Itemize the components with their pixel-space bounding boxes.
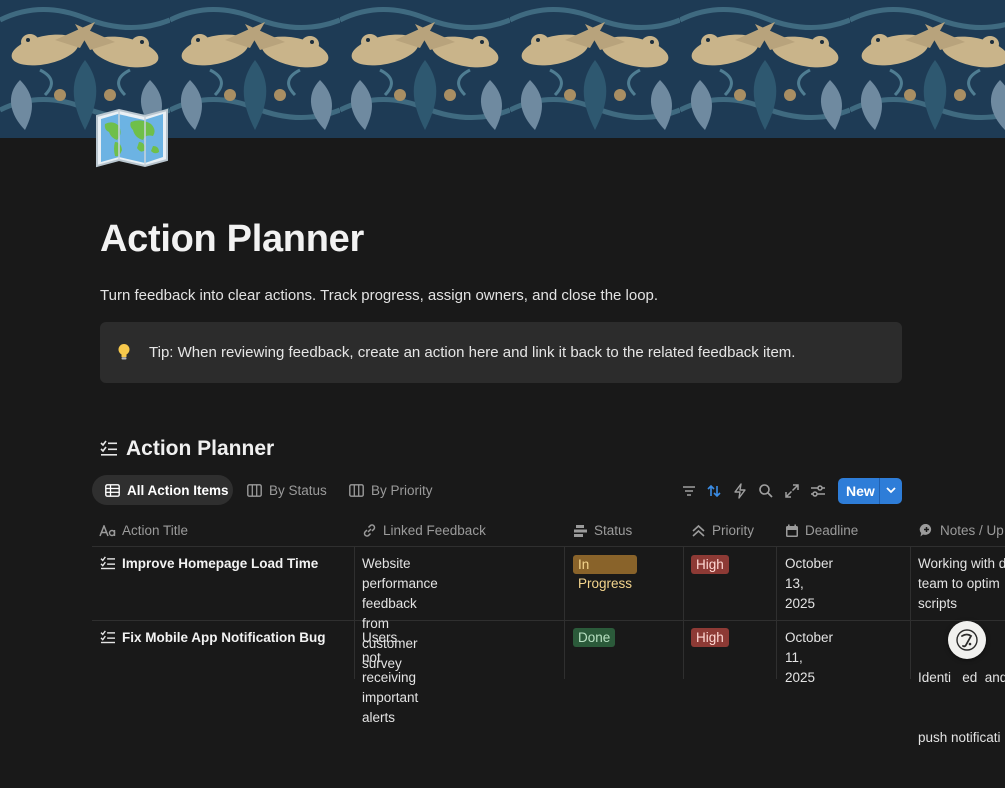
notes-cell[interactable]: Working with d team to optim scripts bbox=[918, 554, 1005, 614]
new-button-label: New bbox=[846, 483, 875, 499]
column-divider bbox=[776, 546, 777, 679]
comment-icon bbox=[919, 523, 932, 537]
priority-cell[interactable]: High bbox=[691, 555, 729, 575]
column-header-deadline[interactable]: Deadline bbox=[785, 515, 858, 546]
status-badge: In Progress bbox=[573, 555, 638, 591]
database-title[interactable]: Action Planner bbox=[126, 437, 274, 461]
priority-cell[interactable]: High bbox=[691, 628, 729, 648]
cell-line: push notificati bbox=[918, 730, 1001, 745]
table-row-title[interactable]: Improve Homepage Load Time bbox=[100, 554, 318, 574]
column-label: Notes / Up bbox=[940, 523, 1004, 538]
column-header-linked-feedback[interactable]: Linked Feedback bbox=[362, 515, 486, 546]
column-label: Deadline bbox=[805, 523, 859, 538]
tab-label: All Action Items bbox=[127, 482, 229, 498]
tab-label: By Status bbox=[269, 482, 327, 498]
cell-line: team to optim bbox=[918, 576, 1000, 591]
column-divider bbox=[910, 546, 911, 679]
priority-chevrons-icon bbox=[692, 524, 705, 537]
column-divider bbox=[564, 546, 565, 679]
priority-badge: High bbox=[691, 628, 729, 647]
new-button-divider bbox=[879, 478, 880, 504]
column-label: Status bbox=[594, 523, 633, 538]
status-badge: Done bbox=[573, 628, 616, 647]
column-header-priority[interactable]: Priority bbox=[691, 515, 754, 546]
text-type-icon bbox=[99, 524, 116, 536]
column-header-action-title[interactable]: Action Title bbox=[99, 515, 188, 546]
status-icon bbox=[574, 524, 587, 537]
column-header-status[interactable]: Status bbox=[573, 515, 632, 546]
cell-line: scripts bbox=[918, 596, 958, 611]
column-header-notes[interactable]: Notes / Up bbox=[919, 515, 1004, 546]
checklist-icon bbox=[100, 440, 117, 456]
column-label: Linked Feedback bbox=[383, 523, 486, 538]
tab-by-status[interactable]: By Status bbox=[247, 475, 327, 505]
column-divider bbox=[683, 546, 684, 679]
deadline-cell[interactable]: October 13, 2025 bbox=[785, 554, 833, 614]
column-divider bbox=[354, 546, 355, 679]
cell-line: Working with d bbox=[918, 556, 1005, 571]
search-icon[interactable] bbox=[757, 482, 775, 500]
linked-feedback-cell[interactable]: Users not receiving important alerts bbox=[362, 628, 418, 728]
settings-icon[interactable] bbox=[809, 482, 827, 500]
cell-line: Identi ed and bbox=[918, 670, 1005, 685]
status-cell[interactable]: Done bbox=[573, 628, 616, 648]
cell-line: Users not receiving important bbox=[362, 630, 419, 705]
header-divider bbox=[92, 546, 1005, 547]
column-label: Action Title bbox=[122, 523, 189, 538]
page-description[interactable]: Turn feedback into clear actions. Track … bbox=[100, 287, 658, 304]
expand-icon[interactable] bbox=[783, 482, 801, 500]
help-assistant-icon bbox=[956, 629, 978, 651]
help-assistant-button[interactable] bbox=[948, 621, 986, 659]
automation-icon[interactable] bbox=[731, 482, 749, 500]
tab-by-priority[interactable]: By Priority bbox=[349, 475, 433, 505]
page-title[interactable]: Action Planner bbox=[100, 218, 364, 261]
column-label: Priority bbox=[712, 523, 755, 538]
priority-badge: High bbox=[691, 555, 729, 574]
new-button[interactable]: New bbox=[838, 478, 902, 504]
board-icon bbox=[247, 483, 262, 497]
row-title-text: Improve Homepage Load Time bbox=[122, 556, 319, 571]
calendar-icon bbox=[786, 524, 798, 537]
chevron-down-icon[interactable] bbox=[885, 484, 897, 496]
row-divider bbox=[92, 620, 1005, 621]
filter-icon[interactable] bbox=[680, 482, 698, 500]
checklist-icon bbox=[100, 556, 115, 570]
table-icon bbox=[105, 483, 120, 497]
checklist-icon bbox=[100, 630, 115, 644]
board-icon bbox=[349, 483, 364, 497]
lightbulb-icon bbox=[118, 344, 130, 360]
relation-link-icon bbox=[363, 524, 376, 537]
world-map-icon[interactable] bbox=[95, 108, 169, 168]
sort-icon[interactable] bbox=[705, 482, 723, 500]
tip-callout[interactable]: Tip: When reviewing feedback, create an … bbox=[100, 322, 902, 383]
row-title-text: Fix Mobile App Notification Bug bbox=[122, 630, 326, 645]
cell-line: alerts bbox=[362, 710, 396, 725]
tab-label: By Priority bbox=[371, 482, 433, 498]
tab-all-action-items[interactable]: All Action Items bbox=[92, 475, 233, 505]
status-cell[interactable]: In Progress bbox=[573, 555, 638, 594]
cell-line: Website performance feedback bbox=[362, 556, 438, 611]
table-row-title[interactable]: Fix Mobile App Notification Bug bbox=[100, 628, 325, 648]
deadline-cell[interactable]: October 11, 2025 bbox=[785, 628, 833, 688]
tip-text: Tip: When reviewing feedback, create an … bbox=[149, 344, 796, 361]
